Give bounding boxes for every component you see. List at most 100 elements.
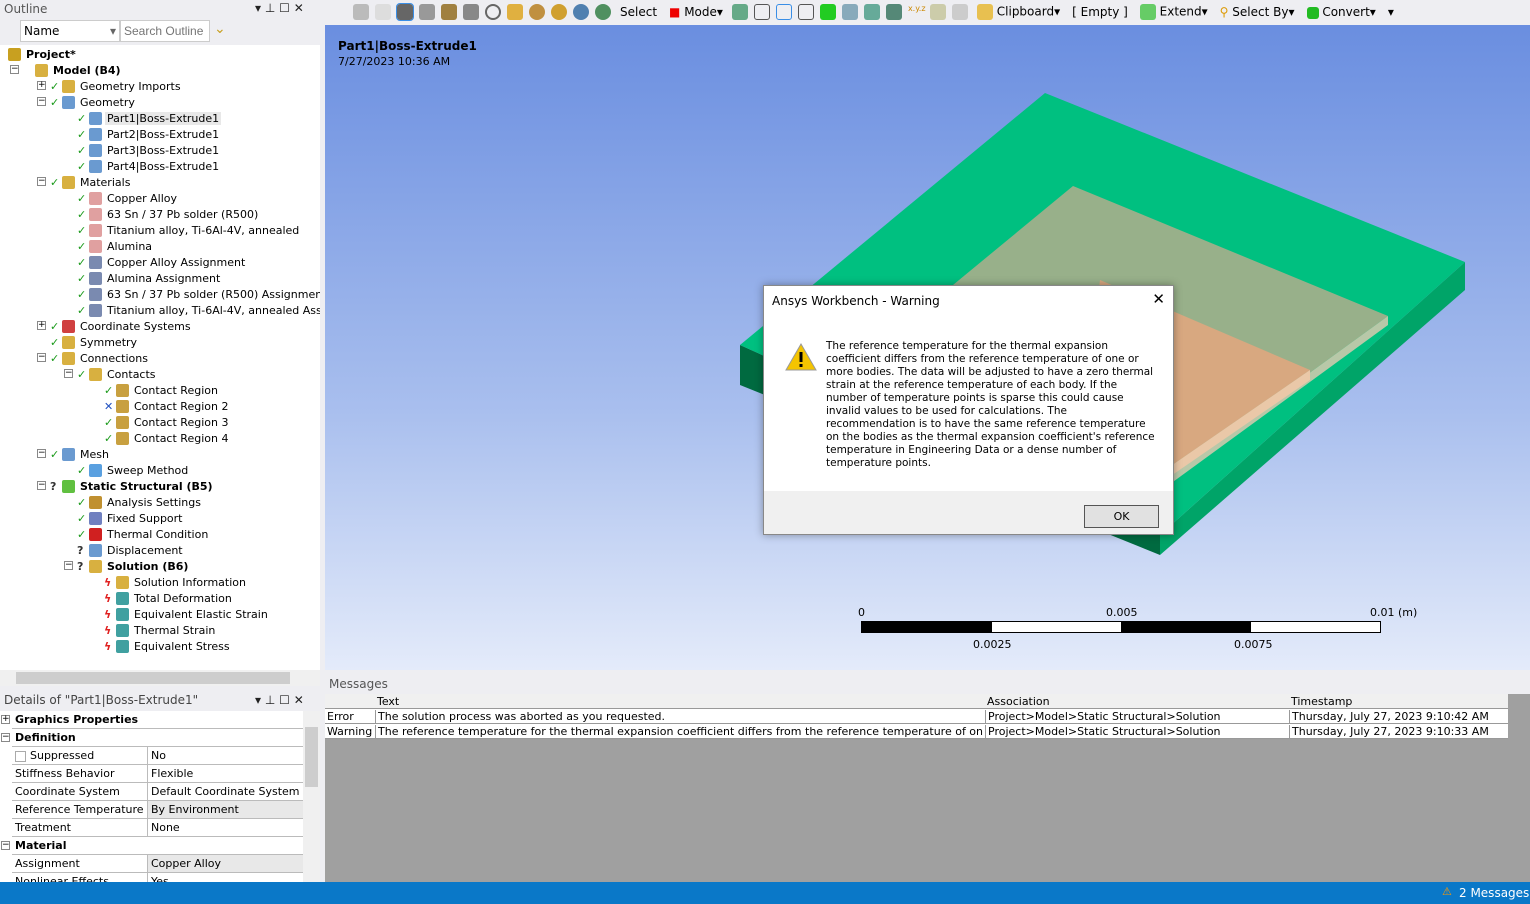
tree-item[interactable]: ✓ Contact Region 3 <box>0 414 320 430</box>
tree-item[interactable]: −? Solution (B6) <box>0 558 320 574</box>
clipboard-button[interactable]: Clipboard▾ <box>974 3 1063 21</box>
horizontal-scrollbar[interactable] <box>0 670 320 686</box>
xyz-coordinate-icon[interactable]: x.y.z <box>908 4 926 20</box>
mode-button[interactable]: ■ Mode▾ <box>666 4 726 20</box>
tree-item[interactable]: − ✓ Materials <box>0 174 320 190</box>
expand-icon[interactable]: + <box>37 321 46 330</box>
filter-chevron-icon[interactable]: ⌄ <box>214 21 226 37</box>
maximize-icon[interactable]: ☐ <box>279 693 290 707</box>
col-association[interactable]: Association <box>985 695 1050 708</box>
details-row[interactable]: Reference Temperature By Environment <box>12 801 303 819</box>
collapse-icon[interactable]: − <box>37 177 46 186</box>
tree-item[interactable]: ✓ Analysis Settings <box>0 494 320 510</box>
details-row[interactable]: Assignment Copper Alloy <box>12 855 303 873</box>
tree-item[interactable]: ϟ Total Deformation <box>0 590 320 606</box>
tree-item[interactable]: ✕ Contact Region 2 <box>0 398 320 414</box>
dropdown-icon[interactable]: ▾ <box>255 693 261 707</box>
details-row[interactable]: Treatment None <box>12 819 303 837</box>
tree-item[interactable]: −? Static Structural (B5) <box>0 478 320 494</box>
select-by-button[interactable]: ⚲ Select By▾ <box>1217 4 1298 20</box>
messages-count[interactable]: 2 Messages <box>1459 886 1529 900</box>
property-value[interactable]: Default Coordinate System <box>148 783 303 800</box>
tree-item[interactable]: ✓ Alumina <box>0 238 320 254</box>
convert-button[interactable]: Convert▾ <box>1304 4 1379 20</box>
tree-item[interactable]: − ✓ Mesh <box>0 446 320 462</box>
vertex-select-icon[interactable] <box>753 4 770 20</box>
toolbar-overflow-icon[interactable]: ▾ <box>1385 4 1397 20</box>
edge-select-icon[interactable] <box>775 4 792 20</box>
property-value[interactable]: By Environment <box>148 801 303 818</box>
zoom-back-icon[interactable] <box>353 4 369 20</box>
collapse-icon[interactable]: − <box>64 561 73 570</box>
tree-item[interactable]: ✓ Symmetry <box>0 334 320 350</box>
details-row[interactable]: Suppressed No <box>12 747 303 765</box>
tree-item[interactable]: − ✓ Connections <box>0 350 320 366</box>
zoom-icon[interactable] <box>529 4 545 20</box>
tree-item[interactable]: ✓ Contact Region <box>0 382 320 398</box>
rotate-icon[interactable] <box>485 4 501 20</box>
tree-item[interactable]: ✓ Copper Alloy Assignment <box>0 254 320 270</box>
zoom-forward-icon[interactable] <box>375 4 391 20</box>
label-icon[interactable] <box>929 4 946 20</box>
details-row[interactable]: Stiffness Behavior Flexible <box>12 765 303 783</box>
element-face-select-icon[interactable] <box>885 4 902 20</box>
tree-item[interactable]: ? Displacement <box>0 542 320 558</box>
scrollbar-thumb[interactable] <box>16 672 290 684</box>
property-value[interactable]: Copper Alloy <box>148 855 303 872</box>
ok-button[interactable]: OK <box>1084 505 1159 528</box>
pin-icon[interactable]: ⊥ <box>265 1 275 15</box>
details-group[interactable]: Definition <box>12 729 303 747</box>
select-mode-icon[interactable] <box>731 4 748 20</box>
element-select-icon[interactable] <box>863 4 880 20</box>
checkbox[interactable] <box>15 750 26 762</box>
tree-item[interactable]: ✓ Thermal Condition <box>0 526 320 542</box>
tree-item[interactable]: ✓ 63 Sn / 37 Pb solder (R500) Assignment <box>0 286 320 302</box>
property-value[interactable]: Flexible <box>148 765 303 782</box>
property-value[interactable]: No <box>148 747 303 764</box>
tree-item[interactable]: ϟ Solution Information <box>0 574 320 590</box>
pin-icon[interactable]: ⊥ <box>265 693 275 707</box>
filter-type-select[interactable]: Name ▾ <box>20 20 120 42</box>
annotation-icon[interactable] <box>951 4 968 20</box>
tree-item[interactable]: + ✓ Geometry Imports <box>0 78 320 94</box>
tree-item[interactable]: ✓ Part1|Boss-Extrude1 <box>0 110 320 126</box>
collapse-icon[interactable]: − <box>37 449 46 458</box>
hide-icon[interactable] <box>441 4 457 20</box>
zoom-fit-icon[interactable] <box>573 4 589 20</box>
tree-item[interactable]: ✓ Part3|Boss-Extrude1 <box>0 142 320 158</box>
details-row[interactable]: Coordinate System Default Coordinate Syst… <box>12 783 303 801</box>
zoom-in-icon[interactable] <box>551 4 567 20</box>
box-zoom-icon[interactable] <box>463 4 479 20</box>
tree-item[interactable]: ✓ Contact Region 4 <box>0 430 320 446</box>
face-select-icon[interactable] <box>797 4 814 20</box>
close-icon[interactable]: ✕ <box>294 1 304 15</box>
details-group[interactable]: Graphics Properties <box>12 711 303 729</box>
body-icon[interactable] <box>396 3 414 21</box>
collapse-icon[interactable]: − <box>64 369 73 378</box>
details-group[interactable]: Material <box>12 837 303 855</box>
col-text[interactable]: Text <box>375 695 399 708</box>
tree-item[interactable]: − ✓ Geometry <box>0 94 320 110</box>
search-outline-input[interactable] <box>120 20 210 42</box>
details-vertical-scrollbar[interactable] <box>303 711 320 882</box>
zoom-extent-icon[interactable] <box>595 4 611 20</box>
dropdown-icon[interactable]: ▾ <box>255 1 261 15</box>
collapse-icon[interactable]: − <box>37 353 46 362</box>
tree-item[interactable]: ✓ 63 Sn / 37 Pb solder (R500) <box>0 206 320 222</box>
body-select-icon[interactable] <box>819 4 836 20</box>
collapse-icon[interactable]: − <box>1 841 10 850</box>
col-timestamp[interactable]: Timestamp <box>1289 695 1352 708</box>
tree-item[interactable]: ✓ Sweep Method <box>0 462 320 478</box>
collapse-icon[interactable]: − <box>37 97 46 106</box>
shaded-icon[interactable] <box>419 4 435 20</box>
tree-item[interactable]: ϟ Equivalent Elastic Strain <box>0 606 320 622</box>
tree-item[interactable]: − Model (B4) <box>0 62 320 78</box>
tree-item[interactable]: ϟ Equivalent Stress <box>0 638 320 654</box>
expand-icon[interactable]: + <box>37 81 46 90</box>
tree-item[interactable]: ✓ Titanium alloy, Ti-6Al-4V, annealed Ass… <box>0 302 320 318</box>
extend-button[interactable]: Extend▾ <box>1137 3 1211 21</box>
close-icon[interactable]: ✕ <box>294 693 304 707</box>
select-button[interactable]: Select <box>617 4 660 20</box>
maximize-icon[interactable]: ☐ <box>279 1 290 15</box>
dialog-close-icon[interactable]: ✕ <box>1152 290 1165 308</box>
